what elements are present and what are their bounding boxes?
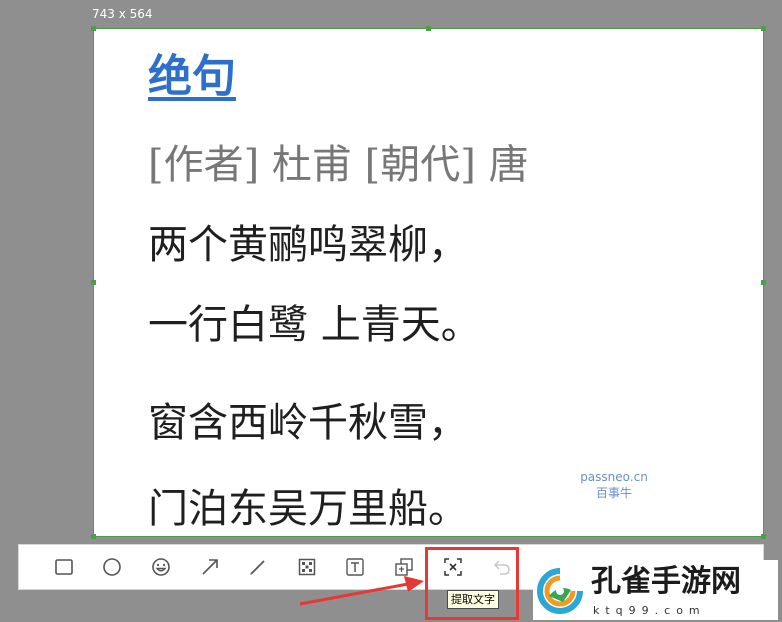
capture-selection-area[interactable]: 绝句 [作者] 杜甫 [朝代] 唐 两个黄鹂鸣翠柳， 一行白鹭 上青天。 窗含西…	[93, 28, 764, 537]
pen-icon	[250, 560, 265, 575]
extract-text-tool-button[interactable]	[440, 554, 466, 580]
resize-handle-top[interactable]	[426, 26, 431, 31]
selection-size-label: 743 x 564	[92, 7, 153, 21]
brand-name: 孔雀手游网	[591, 564, 741, 599]
rectangle-tool-button[interactable]	[51, 554, 77, 580]
arrow-icon	[202, 559, 218, 575]
resize-handle-right[interactable]	[761, 280, 766, 285]
watermark: passneo.cn 百事牛	[576, 469, 652, 501]
extract-text-icon	[444, 558, 462, 576]
poem-line-3: 窗含西岭千秋雪，	[148, 400, 468, 446]
poem-author-dynasty: [作者] 杜甫 [朝代] 唐	[148, 142, 529, 188]
poem-line-2: 一行白鹭 上青天。	[148, 302, 481, 348]
undo-icon	[493, 560, 510, 575]
pin-tool-button[interactable]	[391, 554, 417, 580]
screenshot-stage: 743 x 564 绝句 [作者] 杜甫 [朝代] 唐 两个黄鹂鸣翠柳， 一行白…	[0, 0, 782, 622]
rectangle-icon	[55, 559, 73, 575]
watermark-line-1: passneo.cn	[580, 470, 648, 484]
pin-icon	[395, 558, 413, 576]
resize-handle-bottom-left[interactable]	[91, 534, 96, 539]
text-icon	[346, 558, 364, 576]
poem-line-1: 两个黄鹂鸣翠柳，	[148, 222, 468, 268]
peacock-logo-icon	[537, 568, 583, 614]
ellipse-icon	[103, 558, 121, 576]
resize-handle-top-right[interactable]	[761, 26, 766, 31]
site-brand-watermark: 孔雀手游网 ktq99.com	[533, 560, 778, 620]
watermark-line-2: 百事牛	[595, 486, 632, 500]
mosaic-tool-button[interactable]	[294, 554, 320, 580]
text-tool-button[interactable]	[342, 554, 368, 580]
emoji-icon	[152, 558, 170, 576]
mosaic-icon	[298, 558, 316, 576]
brand-domain: ktq99.com	[593, 604, 706, 617]
resize-handle-top-left[interactable]	[91, 26, 96, 31]
undo-tool-button[interactable]	[489, 554, 515, 580]
resize-handle-left[interactable]	[91, 280, 96, 285]
poem-title-link[interactable]: 绝句	[148, 52, 236, 101]
poem-line-4: 门泊东吴万里船。	[148, 486, 468, 532]
resize-handle-bottom-right[interactable]	[761, 534, 766, 539]
emoji-tool-button[interactable]	[148, 554, 174, 580]
pen-tool-button[interactable]	[245, 554, 271, 580]
ellipse-tool-button[interactable]	[99, 554, 125, 580]
arrow-tool-button[interactable]	[197, 554, 223, 580]
extract-text-tooltip: 提取文字	[447, 590, 499, 609]
